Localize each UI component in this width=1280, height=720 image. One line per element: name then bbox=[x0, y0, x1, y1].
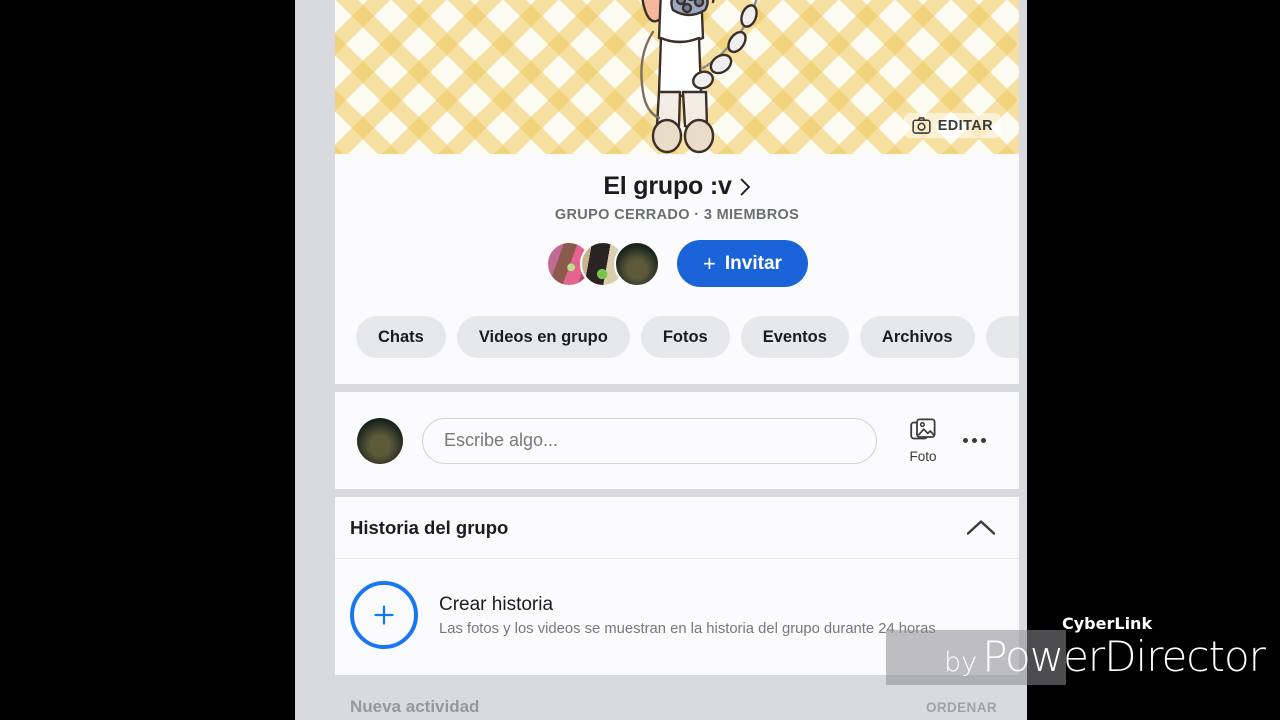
tab-eventos[interactable]: Eventos bbox=[740, 316, 849, 358]
scroll-content[interactable]: EDITAR El grupo :v GRUPO CERRADO · 3 MIE… bbox=[335, 0, 1019, 720]
create-story-text: Crear historia Las fotos y los videos se… bbox=[439, 594, 936, 637]
tab-label: Chats bbox=[378, 327, 424, 346]
ellipsis-icon bbox=[971, 438, 977, 443]
camera-icon bbox=[912, 117, 931, 134]
tab-videos-en-grupo[interactable]: Videos en grupo bbox=[456, 316, 630, 358]
feed-activity-label: Nueva actividad bbox=[350, 697, 480, 716]
tab-label: Fotos bbox=[662, 327, 708, 346]
group-tab-strip[interactable]: Chats Videos en grupo Fotos Eventos Arch… bbox=[335, 293, 1019, 384]
tab-label: Archivos bbox=[881, 327, 953, 346]
invite-button-label: Invitar bbox=[724, 252, 782, 274]
edit-cover-button[interactable]: EDITAR bbox=[903, 113, 1001, 138]
watermark-brand: CyberLink bbox=[1062, 614, 1153, 633]
tab-fotos[interactable]: Fotos bbox=[640, 316, 730, 358]
group-meta: GRUPO CERRADO · 3 MIEMBROS bbox=[554, 207, 800, 223]
add-photo-label: Foto bbox=[909, 448, 937, 464]
feed-sort-button[interactable]: ORDENAR bbox=[926, 700, 997, 715]
group-title-link[interactable]: El grupo :v bbox=[603, 172, 750, 201]
add-photo-button[interactable]: Foto bbox=[895, 417, 951, 464]
group-cover-photo[interactable]: EDITAR bbox=[335, 0, 1019, 154]
group-story-card: Historia del grupo Crear historia Las fo… bbox=[335, 497, 1019, 675]
card-separator bbox=[335, 489, 1019, 497]
member-avatar-3[interactable] bbox=[614, 240, 661, 287]
page-title: El grupo :v bbox=[603, 172, 732, 200]
edit-cover-label: EDITAR bbox=[937, 117, 993, 134]
plus-icon: + bbox=[703, 250, 716, 276]
plus-icon bbox=[374, 605, 394, 625]
avatar[interactable] bbox=[357, 417, 403, 464]
create-story-subtitle: Las fotos y los videos se muestran en la… bbox=[439, 620, 936, 637]
chevron-right-icon bbox=[740, 178, 750, 195]
ellipsis-icon bbox=[962, 438, 968, 443]
member-facepile[interactable] bbox=[546, 240, 661, 287]
phone-viewport: EDITAR El grupo :v GRUPO CERRADO · 3 MIE… bbox=[295, 0, 1027, 720]
photos-icon bbox=[910, 417, 936, 439]
story-section-header[interactable]: Historia del grupo bbox=[335, 497, 1019, 559]
invite-button[interactable]: + Invitar bbox=[677, 240, 808, 287]
chevron-up-icon[interactable] bbox=[965, 518, 997, 537]
group-header-card: EDITAR El grupo :v GRUPO CERRADO · 3 MIE… bbox=[335, 0, 1019, 384]
cover-character-art bbox=[640, 0, 758, 154]
tab-archivos[interactable]: Archivos bbox=[859, 316, 975, 358]
composer-more-button[interactable] bbox=[951, 418, 997, 464]
post-composer-card: Foto bbox=[335, 392, 1019, 489]
card-separator bbox=[335, 675, 1019, 683]
group-identity: El grupo :v GRUPO CERRADO · 3 MIEMBROS +… bbox=[335, 154, 1019, 293]
create-story-row[interactable]: Crear historia Las fotos y los videos se… bbox=[335, 559, 1019, 675]
feed-activity-header[interactable]: Nueva actividad ORDENAR bbox=[335, 683, 1019, 717]
tab-chats[interactable]: Chats bbox=[356, 316, 446, 358]
tab-next-partial[interactable] bbox=[985, 316, 1019, 358]
members-and-invite-row: + Invitar bbox=[335, 240, 1019, 287]
screen-root: EDITAR El grupo :v GRUPO CERRADO · 3 MIE… bbox=[0, 0, 1280, 720]
story-section-title: Historia del grupo bbox=[350, 516, 509, 538]
create-story-title: Crear historia bbox=[439, 593, 554, 615]
tab-label: Videos en grupo bbox=[478, 327, 608, 346]
search-input[interactable] bbox=[422, 417, 877, 464]
create-story-button[interactable] bbox=[350, 581, 418, 649]
card-separator bbox=[335, 384, 1019, 392]
ellipsis-icon bbox=[980, 438, 986, 443]
tab-label: Eventos bbox=[762, 327, 827, 346]
